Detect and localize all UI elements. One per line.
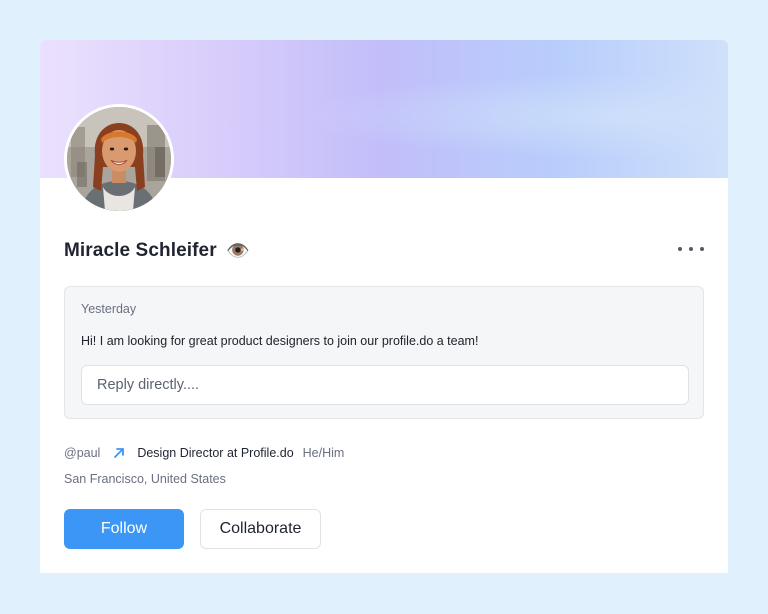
- follow-button[interactable]: Follow: [64, 509, 184, 549]
- more-dot: [689, 247, 693, 251]
- external-link-arrow-icon[interactable]: [112, 446, 126, 460]
- profile-handle[interactable]: @paul: [64, 446, 100, 460]
- eye-icon: 👁️: [226, 241, 250, 262]
- more-options-icon[interactable]: [678, 238, 704, 260]
- reply-input[interactable]: [81, 365, 689, 405]
- profile-name-text: Miracle Schleifer: [64, 240, 217, 261]
- profile-location: San Francisco, United States: [64, 472, 226, 486]
- collaborate-button[interactable]: Collaborate: [200, 509, 321, 549]
- message-timestamp: Yesterday: [81, 302, 137, 316]
- more-dot: [700, 247, 704, 251]
- message-text: Hi! I am looking for great product desig…: [81, 334, 479, 348]
- profile-role: Design Director at Profile.do: [137, 446, 294, 460]
- message-box: Yesterday Hi! I am looking for great pro…: [64, 286, 704, 419]
- profile-name: Miracle Schleifer 👁️: [64, 239, 250, 263]
- profile-pronouns: He/Him: [302, 446, 345, 460]
- more-dot: [678, 247, 682, 251]
- profile-card: Miracle Schleifer 👁️ Yesterday Hi! I am …: [40, 40, 728, 573]
- avatar[interactable]: [64, 104, 174, 214]
- profile-meta-row: @paul Design Director at Profile.do He/H…: [64, 445, 344, 461]
